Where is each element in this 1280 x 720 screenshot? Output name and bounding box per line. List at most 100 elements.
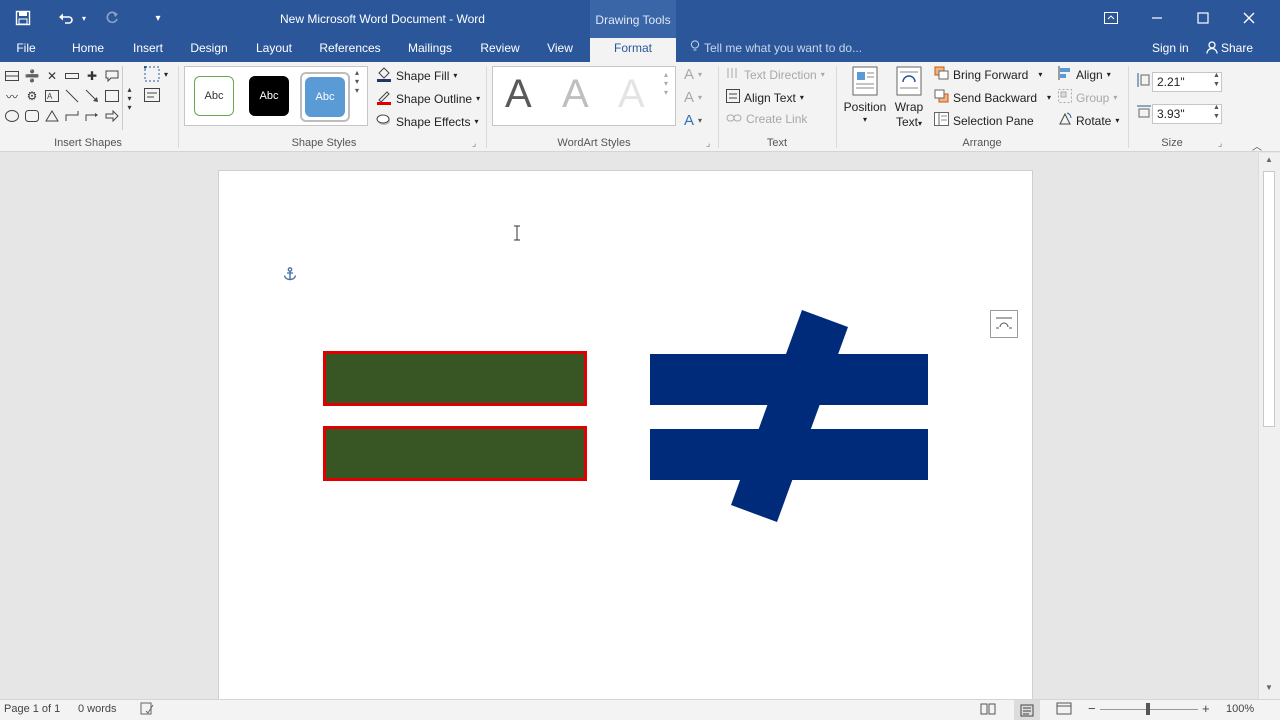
block-arrow-shape-icon[interactable] — [102, 106, 122, 126]
rounded-rectangle-shape-icon[interactable] — [22, 106, 42, 126]
tab-file[interactable]: File — [8, 38, 44, 62]
division-shape-icon[interactable]: ➗ — [22, 66, 42, 86]
page-count[interactable]: Page 1 of 1 — [4, 703, 60, 715]
zoom-level[interactable]: 100% — [1226, 703, 1254, 715]
create-link-button[interactable]: Create Link — [726, 112, 807, 126]
shapes-gallery[interactable]: ➗ ✕ ✚ 〰 ⚙ A ▴ ▾ ▾ — [2, 66, 138, 130]
equals-top-bar[interactable] — [323, 351, 587, 406]
close-button[interactable] — [1226, 0, 1272, 36]
shape-styles-scroll[interactable]: ▴ ▾ ▾ — [355, 68, 359, 95]
print-layout-icon[interactable] — [1014, 700, 1040, 720]
shape-style-preset-3-frame[interactable]: Abc — [300, 72, 350, 122]
text-fill-icon[interactable]: A ▾ — [684, 66, 702, 83]
wordart-scroll[interactable]: ▴ ▾ ▾ — [664, 70, 668, 97]
text-outline-icon[interactable]: A ▾ — [684, 89, 702, 106]
zoom-slider-thumb[interactable] — [1146, 703, 1150, 715]
shape-outline-button[interactable]: Shape Outline ▾ — [376, 89, 480, 108]
redo-icon[interactable] — [102, 8, 122, 28]
customize-qat-icon[interactable]: ▾ — [150, 8, 166, 28]
layout-options-button[interactable] — [990, 310, 1018, 338]
edit-shape-icon[interactable]: ▾ — [144, 66, 168, 82]
text-effects-icon[interactable]: A ▾ — [684, 112, 702, 129]
not-equal-shape[interactable] — [649, 309, 929, 525]
group-button[interactable]: Group ▾ — [1058, 89, 1117, 106]
callout-shape-icon[interactable] — [102, 66, 122, 86]
shape-style-preset-2[interactable]: Abc — [249, 76, 289, 116]
minus-shape-icon[interactable] — [62, 66, 82, 86]
triangle-shape-icon[interactable] — [42, 106, 62, 126]
tab-references[interactable]: References — [316, 38, 384, 62]
collapse-ribbon-icon[interactable]: ︿ — [1252, 138, 1262, 153]
status-bar: Page 1 of 1 0 words − + 100% — [0, 699, 1280, 720]
scribble-shape-icon[interactable]: 〰 — [2, 86, 22, 106]
not-equal-slash[interactable] — [731, 310, 848, 522]
vertical-scrollbar[interactable]: ▲ ▼ — [1258, 153, 1280, 699]
share-button[interactable]: Share — [1206, 38, 1253, 60]
tab-home[interactable]: Home — [66, 38, 110, 62]
wrap-text-button[interactable]: Wrap Text▾ — [892, 66, 926, 129]
scroll-up-icon[interactable]: ▲ — [1265, 155, 1273, 164]
textbox-alt-shape-icon[interactable]: A — [42, 86, 62, 106]
zoom-out-icon[interactable]: − — [1088, 701, 1096, 716]
line-shape-icon[interactable] — [62, 86, 82, 106]
arrow-line-shape-icon[interactable] — [82, 86, 102, 106]
send-backward-button[interactable]: Send Backward ▾ — [934, 89, 1051, 106]
word-count[interactable]: 0 words — [78, 703, 117, 715]
ribbon-display-options-icon[interactable] — [1088, 0, 1134, 36]
align-button[interactable]: Align ▾ — [1058, 66, 1111, 83]
scroll-down-icon[interactable]: ▼ — [1265, 683, 1273, 692]
position-button[interactable]: Position ▾ — [844, 66, 886, 124]
align-text-button[interactable]: Align Text ▾ — [726, 89, 804, 106]
oval-shape-icon[interactable] — [2, 106, 22, 126]
rotate-button[interactable]: Rotate ▾ — [1058, 112, 1119, 129]
save-icon[interactable] — [12, 8, 34, 28]
dialog-launcher-icon[interactable]: ⌟ — [1218, 138, 1222, 149]
tab-mailings[interactable]: Mailings — [402, 38, 458, 62]
sign-in-link[interactable]: Sign in — [1152, 38, 1189, 58]
shape-height-input[interactable]: 2.21" — [1152, 72, 1222, 92]
dialog-launcher-icon[interactable]: ⌟ — [706, 138, 710, 149]
equals-bottom-bar[interactable] — [323, 426, 587, 481]
read-mode-icon[interactable] — [980, 702, 996, 718]
text-direction-button[interactable]: Text Direction ▾ — [726, 66, 825, 83]
tab-design[interactable]: Design — [186, 38, 232, 62]
width-spinner[interactable]: ▲ ▼ — [1213, 103, 1220, 121]
elbow-connector-shape-icon[interactable] — [62, 106, 82, 126]
dialog-launcher-icon[interactable]: ⌟ — [472, 138, 476, 149]
gear-shape-icon[interactable]: ⚙ — [22, 86, 42, 106]
height-spinner[interactable]: ▲ ▼ — [1213, 71, 1220, 89]
wordart-style-3[interactable]: A — [618, 72, 645, 117]
scroll-thumb[interactable] — [1263, 171, 1275, 427]
proofing-icon[interactable] — [140, 702, 154, 718]
zoom-in-icon[interactable]: + — [1202, 701, 1210, 716]
minimize-button[interactable] — [1134, 0, 1180, 36]
equals-shape[interactable] — [323, 351, 589, 483]
group-divider — [486, 66, 487, 148]
tab-format[interactable]: Format — [590, 38, 676, 62]
maximize-button[interactable] — [1180, 0, 1226, 36]
rectangle-shape-icon[interactable] — [102, 86, 122, 106]
bring-forward-button[interactable]: Bring Forward ▾ — [934, 66, 1042, 83]
textbox-shape-icon[interactable] — [2, 66, 22, 86]
elbow-arrow-shape-icon[interactable] — [82, 106, 102, 126]
wordart-style-2[interactable]: A — [562, 72, 589, 117]
plus-shape-icon[interactable]: ✚ — [82, 66, 102, 86]
shapes-scroll-icon[interactable]: ▴ ▾ ▾ — [122, 66, 136, 130]
tab-review[interactable]: Review — [476, 38, 524, 62]
shape-width-input[interactable]: 3.93" — [1152, 104, 1222, 124]
shape-fill-button[interactable]: Shape Fill ▾ — [376, 66, 457, 85]
tell-me-search[interactable]: Tell me what you want to do... — [690, 38, 862, 62]
shape-style-preset-1[interactable]: Abc — [194, 76, 234, 116]
draw-textbox-icon[interactable] — [144, 88, 160, 102]
undo-dropdown-icon[interactable]: ▾ — [78, 8, 90, 28]
tab-insert[interactable]: Insert — [128, 38, 168, 62]
multiply-shape-icon[interactable]: ✕ — [42, 66, 62, 86]
document-page[interactable] — [218, 170, 1033, 710]
tab-layout[interactable]: Layout — [250, 38, 298, 62]
undo-icon[interactable] — [56, 8, 76, 28]
selection-pane-button[interactable]: Selection Pane — [934, 112, 1034, 129]
shape-effects-button[interactable]: Shape Effects ▾ — [376, 112, 479, 131]
wordart-style-1[interactable]: A — [505, 72, 532, 117]
tab-view[interactable]: View — [542, 38, 578, 62]
web-layout-icon[interactable] — [1056, 702, 1072, 718]
